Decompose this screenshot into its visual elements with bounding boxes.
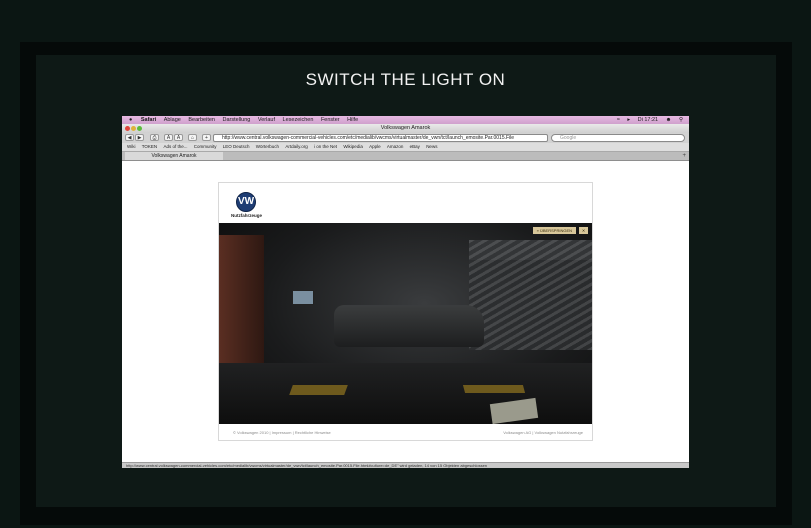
bookmark-item[interactable]: News <box>426 144 437 149</box>
add-bookmark-icon[interactable]: + <box>202 134 211 141</box>
menu-fenster[interactable]: Fenster <box>321 116 340 124</box>
menu-lesezeichen[interactable]: Lesezeichen <box>283 116 314 124</box>
clock[interactable]: Di 17:21 <box>638 116 659 124</box>
bookmark-item[interactable]: Amazon <box>387 144 404 149</box>
bookmark-item[interactable]: TOKEN <box>142 144 157 149</box>
footer-left-links[interactable]: © Volkswagen 2010 | Impressum | Rechtlic… <box>233 426 331 440</box>
wifi-icon[interactable]: ≈ <box>617 116 620 124</box>
skip-button[interactable]: » ÜBERSPRINGEN <box>532 227 576 234</box>
scene-floor-marking <box>289 385 348 395</box>
text-larger-icon[interactable]: A <box>174 134 183 141</box>
bookmark-item[interactable]: Apple <box>369 144 381 149</box>
bookmark-item[interactable]: eBay <box>410 144 420 149</box>
frame-band-left <box>20 42 36 525</box>
scene-monitor <box>292 290 314 305</box>
frame-band-bottom <box>20 505 792 525</box>
forward-icon[interactable]: ▶ <box>135 134 144 141</box>
bookmark-item[interactable]: Wörterbuch <box>256 144 279 149</box>
brand-subtitle: Nutzfahrzeuge <box>231 213 263 218</box>
footer-right-links[interactable]: Volkswagen AG | Volkswagen Nutzfahrzeuge <box>503 426 583 440</box>
menu-darstellung[interactable]: Darstellung <box>223 116 251 124</box>
scene-stairs <box>469 240 592 350</box>
bookmark-item[interactable]: Wiki <box>127 144 136 149</box>
menu-hilfe[interactable]: Hilfe <box>347 116 358 124</box>
back-icon[interactable]: ◀ <box>125 134 134 141</box>
card-footer: © Volkswagen 2010 | Impressum | Rechtlic… <box>219 426 592 440</box>
search-input[interactable]: Google <box>551 134 685 142</box>
bookmark-item[interactable]: Wikipedia <box>343 144 363 149</box>
new-tab-icon[interactable]: + <box>682 152 686 160</box>
frame-band-right <box>776 42 792 525</box>
zoom-icon[interactable] <box>137 126 142 131</box>
close-icon[interactable] <box>125 126 130 131</box>
text-smaller-icon[interactable]: A <box>164 134 173 141</box>
browser-toolbar: ◀ ▶ ⎙ A A ⌂ + http://www.central.volkswa… <box>122 133 689 143</box>
tab-bar: Volkswagen Amarok + <box>122 152 689 161</box>
apple-menu-icon[interactable]: ● <box>129 116 132 124</box>
bookmark-item[interactable]: Artdaily.org <box>285 144 307 149</box>
hero-scene[interactable]: » ÜBERSPRINGEN ✕ <box>219 223 592 424</box>
minimize-icon[interactable] <box>131 126 136 131</box>
bookmark-item[interactable]: Ads of the... <box>163 144 187 149</box>
menu-verlauf[interactable]: Verlauf <box>258 116 275 124</box>
window-titlebar: Volkswagen Amarok <box>122 124 689 133</box>
web-page: VW Nutzfahrzeuge » ÜBERSPRINGEN ✕ © Volk… <box>122 161 689 462</box>
print-icon[interactable]: ⎙ <box>150 134 159 141</box>
headline: SWITCH THE LIGHT ON <box>305 70 506 89</box>
bookmarks-bar: Wiki TOKEN Ads of the... Community LEO D… <box>122 143 689 152</box>
spotlight-icon[interactable]: ⚲ <box>679 116 683 124</box>
vw-logo[interactable]: VW <box>236 192 256 212</box>
browser-screenshot: ● Safari Ablage Bearbeiten Darstellung V… <box>122 116 689 468</box>
menu-ablage[interactable]: Ablage <box>164 116 181 124</box>
vw-site-card: VW Nutzfahrzeuge » ÜBERSPRINGEN ✕ © Volk… <box>218 182 593 441</box>
menu-app-name[interactable]: Safari <box>141 116 156 124</box>
address-bar[interactable]: http://www.central.volkswagen-commercial… <box>213 134 548 142</box>
bookmark-item[interactable]: LEO Deutsch <box>223 144 250 149</box>
bookmark-item[interactable]: Community <box>194 144 217 149</box>
scene-amarok-car <box>334 305 484 347</box>
home-icon[interactable]: ⌂ <box>188 134 197 141</box>
mac-menubar: ● Safari Ablage Bearbeiten Darstellung V… <box>122 116 689 124</box>
menu-bearbeiten[interactable]: Bearbeiten <box>188 116 215 124</box>
bookmark-item[interactable]: i on the Net <box>314 144 337 149</box>
volume-icon[interactable]: ▸ <box>627 116 630 124</box>
scene-floor-marking <box>462 385 526 393</box>
user-icon[interactable]: ☻ <box>666 116 672 124</box>
menubar-status: ≈ ▸ Di 17:21 ☻ ⚲ <box>611 116 683 124</box>
close-intro-button[interactable]: ✕ <box>579 227 588 234</box>
window-title: Volkswagen Amarok <box>380 125 431 131</box>
tab-volkswagen-amarok[interactable]: Volkswagen Amarok <box>125 152 223 160</box>
status-bar: http://www.central.volkswagen-commercial… <box>122 462 689 468</box>
